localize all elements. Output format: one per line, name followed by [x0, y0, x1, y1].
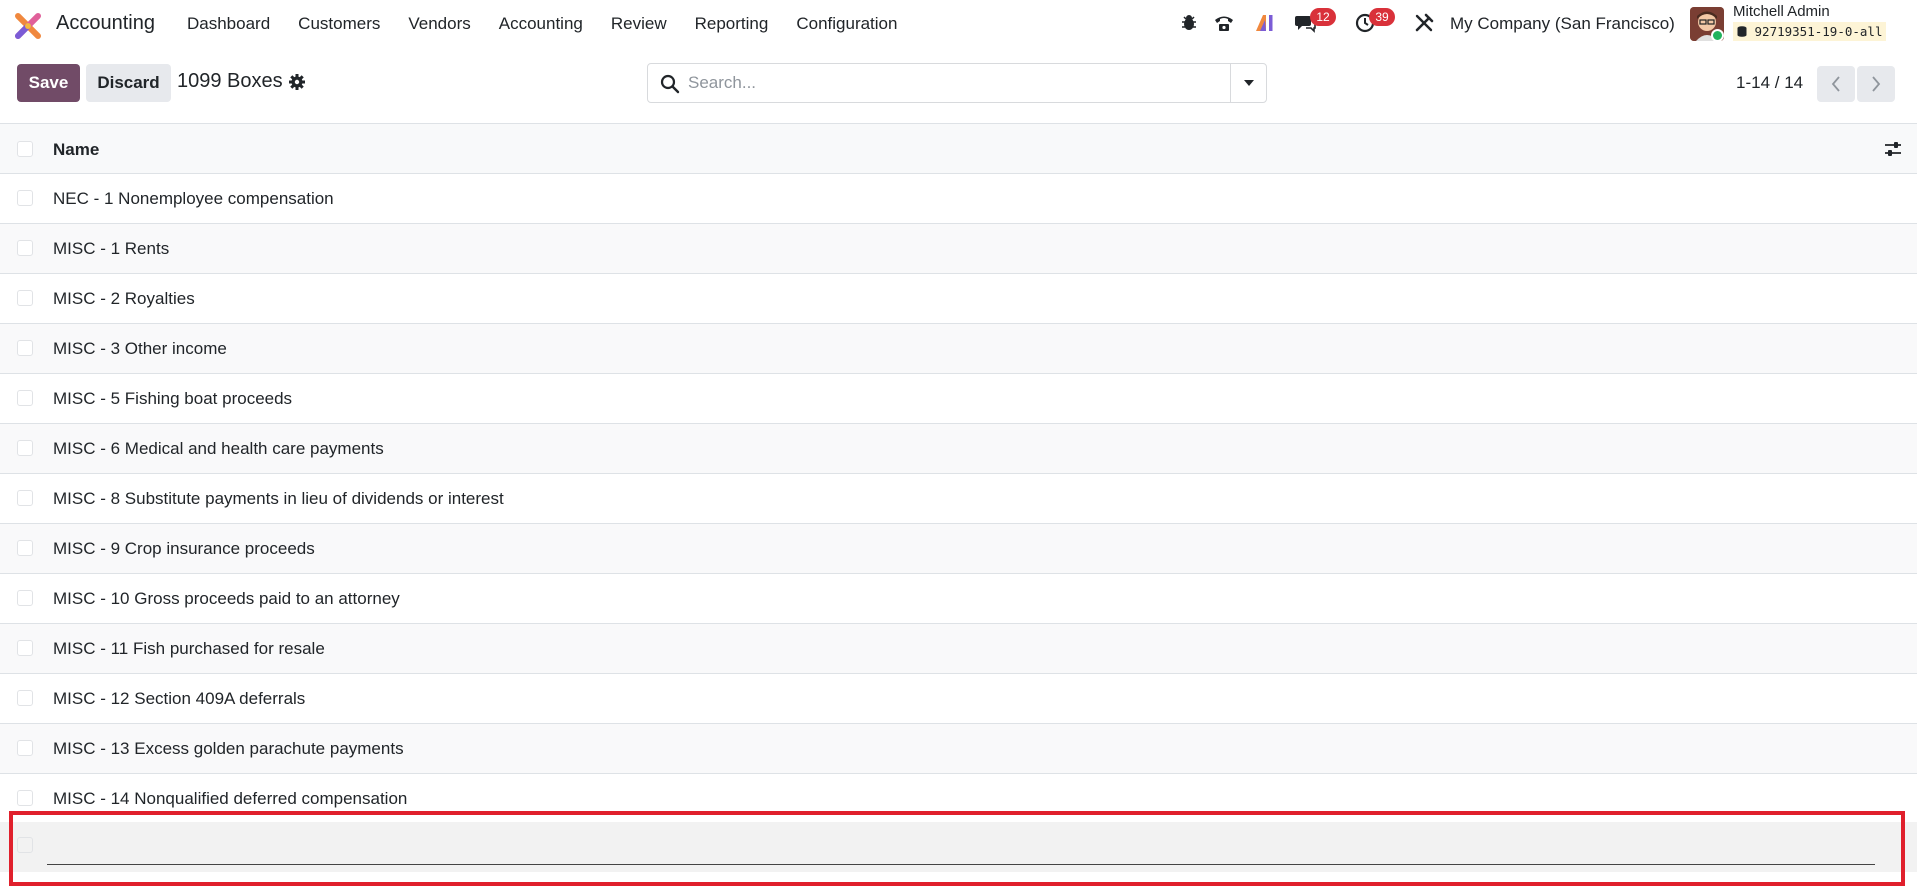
activities-badge: 39: [1369, 8, 1395, 26]
row-checkbox[interactable]: [17, 290, 33, 306]
table-row[interactable]: MISC - 9 Crop insurance proceeds: [0, 524, 1917, 574]
table-row[interactable]: MISC - 10 Gross proceeds paid to an atto…: [0, 574, 1917, 624]
accounting-app-icon[interactable]: [14, 12, 42, 40]
row-name: MISC - 9 Crop insurance proceeds: [53, 539, 315, 558]
row-name: MISC - 6 Medical and health care payment…: [53, 439, 384, 458]
row-name: MISC - 3 Other income: [53, 339, 227, 358]
row-checkbox[interactable]: [17, 740, 33, 756]
row-name: MISC - 2 Royalties: [53, 289, 195, 308]
row-name: MISC - 8 Substitute payments in lieu of …: [53, 489, 504, 508]
row-checkbox[interactable]: [17, 190, 33, 206]
menu-configuration[interactable]: Configuration: [796, 14, 897, 34]
bug-icon[interactable]: [1178, 12, 1200, 34]
menu-accounting[interactable]: Accounting: [499, 14, 583, 34]
user-name[interactable]: Mitchell Admin: [1733, 3, 1830, 20]
row-name: MISC - 13 Excess golden parachute paymen…: [53, 739, 404, 758]
table-row[interactable]: MISC - 8 Substitute payments in lieu of …: [0, 474, 1917, 524]
column-header-name[interactable]: Name: [53, 140, 99, 160]
database-badge: 92719351-19-0-all: [1733, 22, 1887, 41]
search-options-toggle[interactable]: [1230, 63, 1267, 103]
table-row[interactable]: MISC - 11 Fish purchased for resale: [0, 624, 1917, 674]
search-icon: [660, 74, 680, 94]
row-name: MISC - 1 Rents: [53, 239, 170, 258]
row-name: MISC - 14 Nonqualified deferred compensa…: [53, 789, 408, 808]
new-record-row[interactable]: [0, 822, 1917, 872]
list-view: Name NEC - 1 Nonemployee compensation MI…: [0, 123, 1917, 824]
row-checkbox[interactable]: [17, 390, 33, 406]
ai-icon[interactable]: [1254, 12, 1276, 34]
row-name: MISC - 5 Fishing boat proceeds: [53, 389, 293, 408]
table-row[interactable]: MISC - 5 Fishing boat proceeds: [0, 374, 1917, 424]
phone-icon[interactable]: [1213, 12, 1235, 34]
menu-reporting[interactable]: Reporting: [695, 14, 769, 34]
table-row[interactable]: MISC - 1 Rents: [0, 224, 1917, 274]
menu-review[interactable]: Review: [611, 14, 667, 34]
row-checkbox[interactable]: [17, 490, 33, 506]
new-row-checkbox[interactable]: [17, 837, 33, 853]
table-row[interactable]: MISC - 12 Section 409A deferrals: [0, 674, 1917, 724]
row-name: MISC - 11 Fish purchased for resale: [53, 639, 325, 658]
row-checkbox[interactable]: [17, 440, 33, 456]
list-body: NEC - 1 Nonemployee compensation MISC - …: [0, 174, 1917, 824]
save-button[interactable]: Save: [17, 64, 80, 102]
menu-vendors[interactable]: Vendors: [408, 14, 470, 34]
messages-badge: 12: [1310, 8, 1336, 26]
row-checkbox[interactable]: [17, 640, 33, 656]
top-navbar: Accounting Dashboard Customers Vendors A…: [0, 0, 1917, 50]
new-name-input[interactable]: [47, 828, 1875, 865]
pager-previous-button[interactable]: [1817, 66, 1855, 102]
table-row[interactable]: MISC - 14 Nonqualified deferred compensa…: [0, 774, 1917, 824]
table-row[interactable]: MISC - 6 Medical and health care payment…: [0, 424, 1917, 474]
search-input[interactable]: [688, 64, 1218, 102]
row-name: NEC - 1 Nonemployee compensation: [53, 189, 334, 208]
menu-customers[interactable]: Customers: [298, 14, 380, 34]
discard-button[interactable]: Discard: [86, 64, 171, 102]
row-checkbox[interactable]: [17, 690, 33, 706]
company-switcher[interactable]: My Company (San Francisco): [1450, 14, 1675, 34]
row-checkbox[interactable]: [17, 590, 33, 606]
menu-dashboard[interactable]: Dashboard: [187, 14, 270, 34]
caret-down-icon: [1243, 80, 1254, 86]
app-name[interactable]: Accounting: [56, 12, 155, 35]
row-name: MISC - 12 Section 409A deferrals: [53, 689, 306, 708]
main-menu: Dashboard Customers Vendors Accounting R…: [187, 14, 925, 34]
table-row[interactable]: NEC - 1 Nonemployee compensation: [0, 174, 1917, 224]
database-name: 92719351-19-0-all: [1754, 24, 1883, 39]
tools-icon[interactable]: [1413, 12, 1435, 34]
row-checkbox[interactable]: [17, 240, 33, 256]
table-row[interactable]: MISC - 3 Other income: [0, 324, 1917, 374]
chevron-left-icon: [1831, 76, 1840, 92]
pager-next-button[interactable]: [1857, 66, 1895, 102]
row-name: MISC - 10 Gross proceeds paid to an atto…: [53, 589, 400, 608]
row-checkbox[interactable]: [17, 540, 33, 556]
page-title: 1099 Boxes: [177, 70, 283, 92]
search-box: [647, 63, 1231, 103]
online-status-dot: [1711, 29, 1724, 42]
table-row[interactable]: MISC - 2 Royalties: [0, 274, 1917, 324]
table-row[interactable]: MISC - 13 Excess golden parachute paymen…: [0, 724, 1917, 774]
optional-columns-icon[interactable]: [1883, 139, 1903, 159]
gear-icon[interactable]: [288, 73, 306, 91]
pager-value[interactable]: 1-14 / 14: [1736, 73, 1803, 93]
chevron-right-icon: [1872, 76, 1881, 92]
row-checkbox[interactable]: [17, 340, 33, 356]
select-all-checkbox[interactable]: [17, 141, 33, 157]
database-icon: [1737, 26, 1747, 37]
row-checkbox[interactable]: [17, 790, 33, 806]
list-header: Name: [0, 123, 1917, 174]
